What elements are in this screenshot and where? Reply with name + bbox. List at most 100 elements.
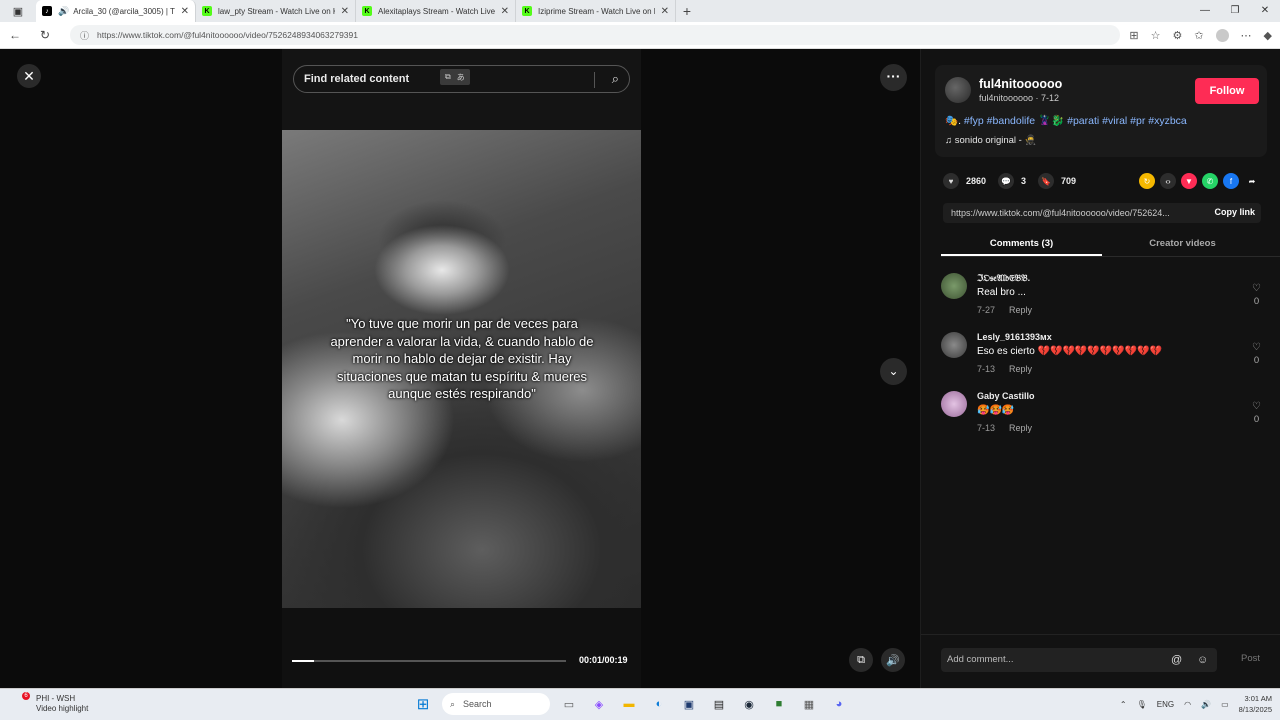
mention-icon[interactable]: @ bbox=[1171, 648, 1182, 672]
sound-info[interactable]: ♫ sonido original - 🥷 bbox=[945, 135, 1036, 146]
repost-icon[interactable]: ↻ bbox=[1139, 173, 1155, 189]
avatar[interactable] bbox=[941, 332, 967, 358]
translate-icon[interactable]: あ bbox=[457, 72, 465, 83]
comment-button[interactable]: 💬 3 bbox=[998, 173, 1026, 189]
comment-like-button[interactable]: ♡ 0 bbox=[1252, 342, 1261, 366]
video-player[interactable]: "Yo tuve que morir un par de veces para … bbox=[282, 49, 641, 688]
reply-button[interactable]: Reply bbox=[1009, 364, 1032, 374]
tab-kick-alexita[interactable]: K Alexitaplays Stream - Watch Live ✕ bbox=[356, 0, 516, 22]
tray-chevron-icon[interactable]: ⌃ bbox=[1120, 700, 1127, 709]
like-button[interactable]: ♥ 2860 bbox=[943, 173, 986, 189]
profile-icon[interactable] bbox=[1215, 29, 1229, 42]
volume-icon[interactable]: 🔊 bbox=[881, 648, 905, 672]
clock[interactable]: 3:01 AM 8/13/2025 bbox=[1239, 693, 1272, 715]
app-available-icon[interactable]: ⊞ bbox=[1129, 29, 1138, 42]
news-widget[interactable]: 6 PHI - WSH Video highlight bbox=[14, 692, 88, 714]
music-note-icon: ♫ bbox=[945, 135, 953, 146]
author-name[interactable]: ful4nitoooooo bbox=[979, 77, 1062, 91]
microphone-icon[interactable]: 🎙 bbox=[1137, 700, 1147, 709]
edge-icon[interactable]: ◐ bbox=[648, 693, 670, 715]
file-explorer-icon[interactable]: ▬ bbox=[618, 693, 640, 715]
store-icon[interactable]: ▣ bbox=[678, 693, 700, 715]
copy-link-button[interactable]: Copy link bbox=[1214, 207, 1255, 217]
calculator-icon[interactable]: ▦ bbox=[798, 693, 820, 715]
tab-actions-icon[interactable]: ▣ bbox=[0, 0, 36, 22]
embed-icon[interactable]: ‹› bbox=[1160, 173, 1176, 189]
more-options-button[interactable]: ··· bbox=[880, 64, 907, 91]
heart-outline-icon: ♡ bbox=[1252, 401, 1261, 412]
next-video-button[interactable]: ⌄ bbox=[880, 358, 907, 385]
copilot-app-icon[interactable]: ◈ bbox=[588, 693, 610, 715]
close-window-icon[interactable]: ✕ bbox=[1250, 0, 1280, 22]
video-frame-image[interactable]: "Yo tuve que morir un par de veces para … bbox=[282, 130, 641, 608]
language-indicator[interactable]: ENG bbox=[1157, 700, 1174, 709]
steam-icon[interactable]: ◉ bbox=[738, 693, 760, 715]
hashtag-list[interactable]: #fyp #bandolife 🦹‍♂️🐉 #parati #viral #pr… bbox=[964, 115, 1187, 127]
clock-time: 3:01 AM bbox=[1244, 694, 1272, 703]
speaker-icon[interactable]: 🔊 bbox=[58, 6, 69, 17]
reload-icon[interactable]: ↻ bbox=[30, 28, 60, 42]
tab-kick-law[interactable]: K law_pty Stream - Watch Live on K ✕ bbox=[196, 0, 356, 22]
share-arrow-icon[interactable]: ➦ bbox=[1244, 173, 1260, 189]
close-tab-icon[interactable]: ✕ bbox=[661, 6, 669, 17]
wifi-icon[interactable]: ◠ bbox=[1184, 700, 1191, 709]
terminal-icon[interactable]: ▤ bbox=[708, 693, 730, 715]
site-info-icon[interactable]: ⓘ bbox=[80, 29, 89, 42]
new-tab-button[interactable]: + bbox=[676, 3, 698, 19]
comment-author[interactable]: Lesly_9161393ᴍx bbox=[977, 332, 1052, 342]
search-icon[interactable]: ⌕ bbox=[612, 71, 619, 87]
volume-tray-icon[interactable]: 🔊 bbox=[1201, 700, 1211, 709]
tab-kick-iziprime[interactable]: K Iziprime Stream - Watch Live on K ✕ bbox=[516, 0, 676, 22]
save-button[interactable]: 🔖 709 bbox=[1038, 173, 1076, 189]
avatar[interactable] bbox=[945, 77, 971, 103]
comment-like-button[interactable]: ♡ 0 bbox=[1252, 401, 1261, 425]
extensions-icon[interactable]: ⚙ bbox=[1172, 29, 1182, 42]
maximize-icon[interactable]: ❐ bbox=[1220, 0, 1250, 22]
comment-author[interactable]: ℑ𝔒𝔰𝔢𝔄𝔩𝔡𝔈𝔅𝔅. bbox=[977, 273, 1030, 284]
task-view-icon[interactable]: ▭ bbox=[558, 693, 580, 715]
close-tab-icon[interactable]: ✕ bbox=[501, 6, 509, 17]
comment-date: 7-13 bbox=[977, 423, 996, 433]
tab-creator-videos[interactable]: Creator videos bbox=[1102, 231, 1263, 256]
favorite-star-icon[interactable]: ☆ bbox=[1151, 29, 1161, 42]
taskbar-search[interactable]: ⌕ Search bbox=[442, 693, 550, 715]
app-icon[interactable]: ■ bbox=[768, 693, 790, 715]
more-menu-icon[interactable]: ⋯ bbox=[1241, 29, 1252, 42]
battery-icon[interactable]: ▭ bbox=[1221, 700, 1229, 709]
windows-start-icon[interactable]: ⊞ bbox=[412, 693, 434, 715]
comment-text: 🥵🥵🥵 bbox=[977, 405, 1015, 416]
close-video-button[interactable]: ✕ bbox=[17, 64, 41, 88]
system-tray: ⌃ 🎙 ENG ◠ 🔊 ▭ 3:01 AM 8/13/2025 bbox=[1120, 693, 1272, 715]
emoji-icon[interactable]: ☺ bbox=[1197, 648, 1208, 672]
tab-comments[interactable]: Comments (3) bbox=[941, 231, 1102, 256]
discord-icon[interactable]: ◕ bbox=[828, 693, 850, 715]
facebook-icon[interactable]: f bbox=[1223, 173, 1239, 189]
tab-tiktok[interactable]: ♪ 🔊 Arcila_30 (@arcila_3005) | Tik ✕ bbox=[36, 0, 196, 22]
engagement-stats: ♥ 2860 💬 3 🔖 709 bbox=[943, 173, 1088, 189]
comment-author[interactable]: Gaby Castillo bbox=[977, 391, 1035, 401]
comment-input[interactable]: Add comment... @ ☺ bbox=[941, 648, 1217, 672]
whatsapp-icon[interactable]: ✆ bbox=[1202, 173, 1218, 189]
minimize-icon[interactable]: — bbox=[1190, 0, 1220, 22]
follow-button[interactable]: Follow bbox=[1195, 78, 1259, 104]
comment-like-button[interactable]: ♡ 0 bbox=[1252, 283, 1261, 307]
copilot-icon[interactable]: ◆ bbox=[1264, 29, 1272, 42]
picture-in-picture-icon[interactable]: ⧉ bbox=[849, 648, 873, 672]
comment-meta: 7-13 Reply bbox=[977, 423, 1032, 433]
video-link-box: https://www.tiktok.com/@ful4nitoooooo/vi… bbox=[943, 203, 1261, 223]
avatar[interactable] bbox=[941, 273, 967, 299]
back-icon[interactable]: ← bbox=[0, 28, 30, 42]
favorites-icon[interactable]: ✩ bbox=[1194, 29, 1203, 42]
close-tab-icon[interactable]: ✕ bbox=[341, 6, 349, 17]
related-search-input[interactable]: Find related content ⧉ あ ⌕ bbox=[293, 65, 630, 93]
screenshot-search-icon[interactable]: ⧉ bbox=[445, 72, 451, 82]
close-tab-icon[interactable]: ✕ bbox=[181, 6, 189, 17]
url-field[interactable]: ⓘ https://www.tiktok.com/@ful4nitoooooo/… bbox=[70, 25, 1120, 45]
reply-button[interactable]: Reply bbox=[1009, 305, 1032, 315]
reply-button[interactable]: Reply bbox=[1009, 423, 1032, 433]
post-button[interactable]: Post bbox=[1241, 653, 1260, 664]
send-to-friends-icon[interactable]: ▼ bbox=[1181, 173, 1197, 189]
video-progress-bar[interactable] bbox=[292, 660, 566, 662]
avatar[interactable] bbox=[941, 391, 967, 417]
comment-count: 3 bbox=[1021, 176, 1027, 186]
